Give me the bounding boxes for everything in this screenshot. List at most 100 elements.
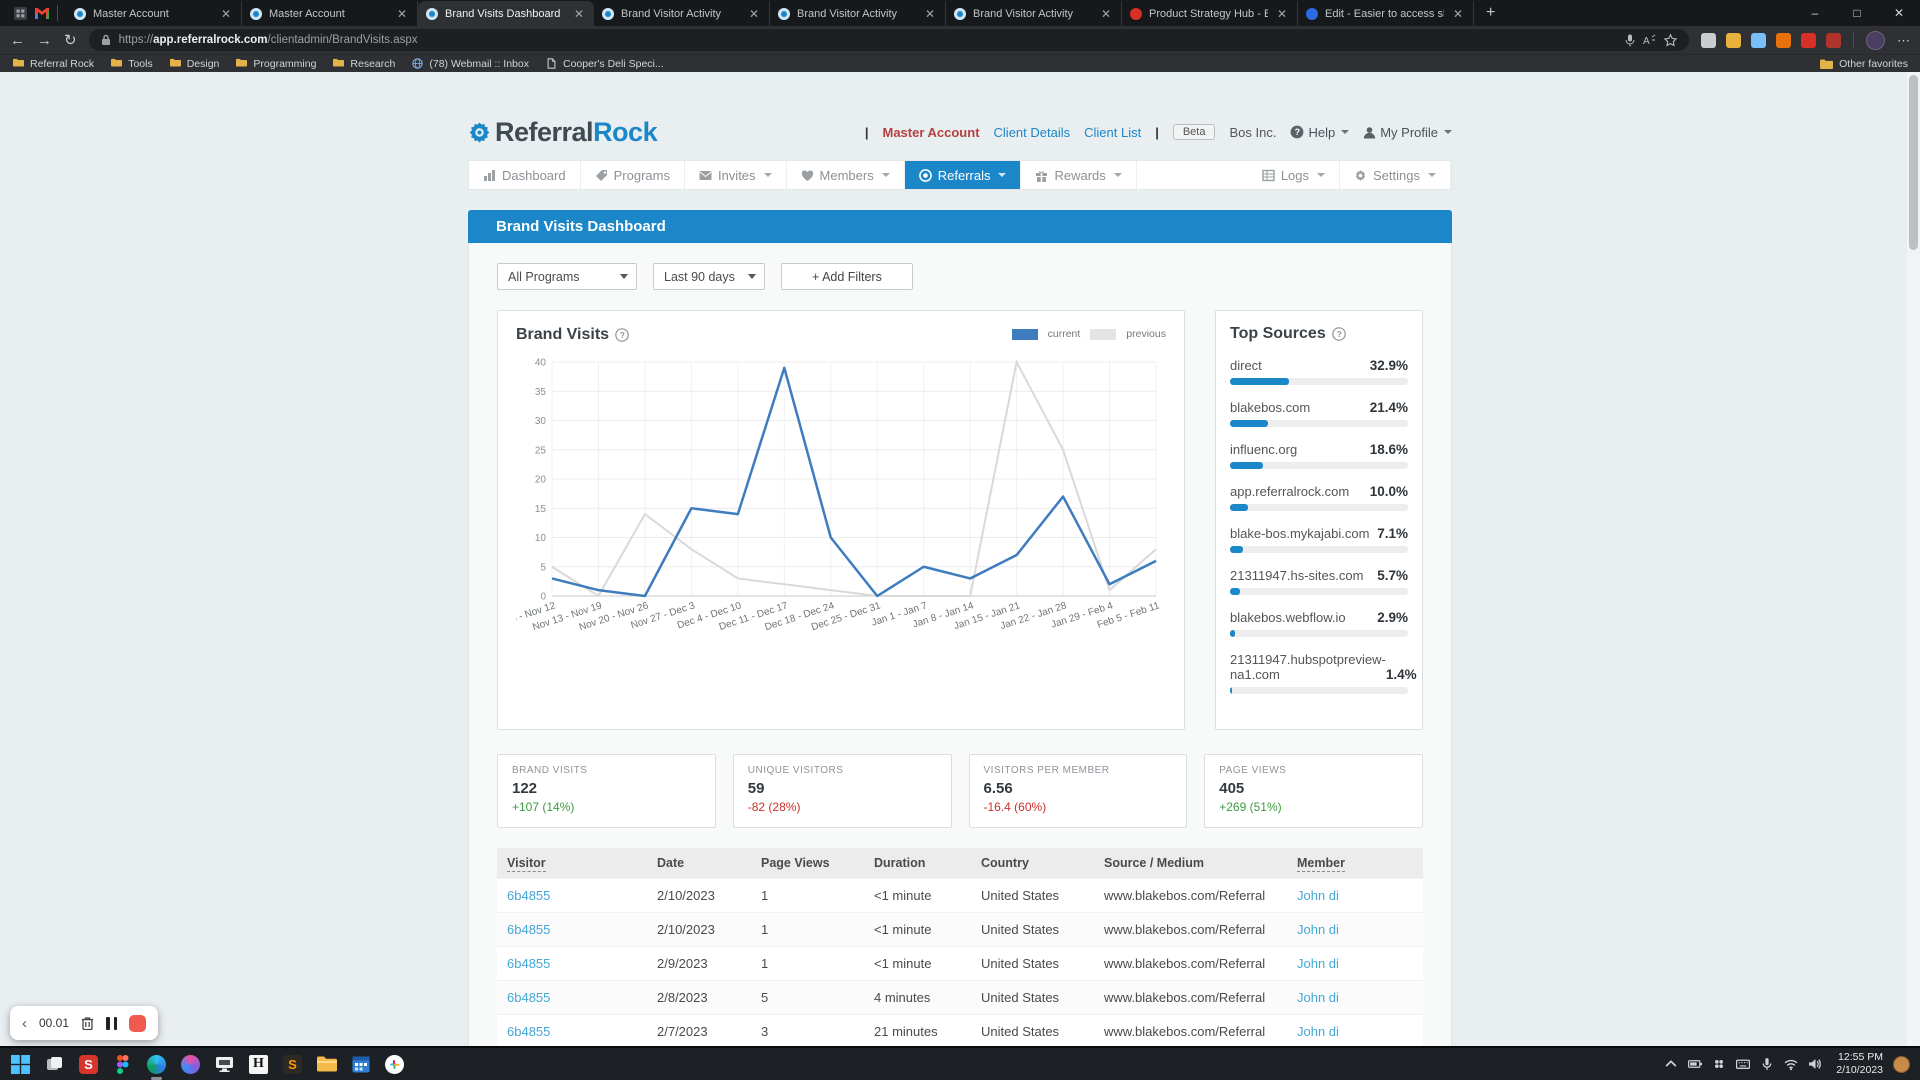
browser-tab[interactable]: Brand Visitor Activity ✕	[946, 1, 1122, 26]
taskbar-sublime-icon[interactable]: S	[282, 1054, 303, 1075]
source-label[interactable]: app.referralrock.com	[1230, 484, 1349, 499]
browser-tab[interactable]: Brand Visits Dashboard ✕	[418, 1, 594, 26]
member-link[interactable]: John di	[1297, 990, 1339, 1005]
nav-tab-members[interactable]: Members	[787, 161, 905, 189]
tab-close-icon[interactable]: ✕	[1275, 7, 1289, 21]
visitor-link[interactable]: 6b4855	[507, 1024, 550, 1039]
forward-button[interactable]: →	[37, 33, 52, 48]
nav-tab-invites[interactable]: Invites	[685, 161, 787, 189]
favorites-star-icon[interactable]	[1664, 34, 1677, 47]
my-profile-menu[interactable]: My Profile	[1363, 125, 1452, 140]
source-label[interactable]: influenc.org	[1230, 442, 1297, 457]
bookmark-item[interactable]: (78) Webmail :: Inbox	[411, 58, 529, 70]
new-tab-button[interactable]: +	[1474, 4, 1507, 22]
taskbar-task-view-icon[interactable]	[44, 1054, 65, 1075]
browser-menu-button[interactable]: ⋯	[1897, 34, 1910, 47]
nav-tab-settings[interactable]: Settings	[1340, 161, 1451, 189]
member-link[interactable]: John di	[1297, 1024, 1339, 1039]
trash-icon[interactable]	[81, 1016, 94, 1030]
address-bar[interactable]: https://app.referralrock.com/clientadmin…	[89, 29, 1689, 51]
browser-tab[interactable]: Edit - Easier to access share - M ✕	[1298, 1, 1474, 26]
taskbar-h-app-icon[interactable]: H	[248, 1054, 269, 1075]
help-menu[interactable]: ? Help	[1290, 125, 1349, 140]
source-label[interactable]: blake-bos.mykajabi.com	[1230, 526, 1369, 541]
client-details-link[interactable]: Client Details	[994, 125, 1071, 140]
source-label[interactable]: 21311947.hs-sites.com	[1230, 568, 1363, 583]
recorder-collapse-icon[interactable]: ‹	[22, 1015, 27, 1032]
window-minimize-button[interactable]: –	[1794, 0, 1836, 26]
browser-profile-avatar[interactable]	[1866, 31, 1885, 50]
column-header[interactable]: Member	[1287, 848, 1423, 879]
taskbar-calendar-icon[interactable]	[350, 1054, 371, 1075]
tab-close-icon[interactable]: ✕	[1099, 7, 1113, 21]
visitor-link[interactable]: 6b4855	[507, 956, 550, 971]
bookmark-item[interactable]: Cooper's Deli Speci...	[545, 58, 664, 70]
bookmark-item[interactable]: Research	[332, 58, 395, 70]
visitor-link[interactable]: 6b4855	[507, 922, 550, 937]
taskbar-slack-icon[interactable]	[384, 1054, 405, 1075]
tray-wifi-icon[interactable]	[1784, 1057, 1798, 1071]
tray-battery-icon[interactable]	[1688, 1057, 1702, 1071]
chart-help-icon[interactable]: ?	[615, 328, 629, 342]
nav-tab-dashboard[interactable]: Dashboard	[469, 161, 581, 189]
taskbar-sharex-icon[interactable]: S	[78, 1054, 99, 1075]
gmail-pinned-tab-icon[interactable]	[35, 8, 49, 19]
scrollbar-thumb[interactable]	[1909, 75, 1918, 250]
taskbar-monitor-app-icon[interactable]	[214, 1054, 235, 1075]
extension-icon[interactable]	[1726, 33, 1741, 48]
bookmark-item[interactable]: Referral Rock	[12, 58, 94, 70]
bookmark-item[interactable]: Tools	[110, 58, 153, 70]
member-link[interactable]: John di	[1297, 888, 1339, 903]
extension-icon[interactable]	[1801, 33, 1816, 48]
tab-search-icon[interactable]	[14, 7, 27, 20]
window-close-button[interactable]: ✕	[1878, 0, 1920, 26]
tray-volume-icon[interactable]	[1808, 1057, 1822, 1071]
pause-button[interactable]	[106, 1017, 117, 1030]
add-filters-button[interactable]: + Add Filters	[781, 263, 913, 290]
nav-tab-programs[interactable]: Programs	[581, 161, 685, 189]
bookmark-item[interactable]: Design	[169, 58, 220, 70]
source-label[interactable]: blakebos.com	[1230, 400, 1310, 415]
member-link[interactable]: John di	[1297, 956, 1339, 971]
tab-close-icon[interactable]: ✕	[395, 7, 409, 21]
visitor-link[interactable]: 6b4855	[507, 888, 550, 903]
tab-close-icon[interactable]: ✕	[1451, 7, 1465, 21]
referralrock-logo[interactable]: ReferralRock	[468, 117, 657, 148]
nav-tab-rewards[interactable]: Rewards	[1021, 161, 1136, 189]
taskbar-start-icon[interactable]	[10, 1054, 31, 1075]
tab-close-icon[interactable]: ✕	[572, 7, 586, 21]
source-label[interactable]: direct	[1230, 358, 1262, 373]
taskbar-clock[interactable]: 12:55 PM 2/10/2023	[1836, 1051, 1883, 1077]
other-favorites[interactable]: Other favorites	[1820, 58, 1908, 70]
notification-icon[interactable]	[1893, 1056, 1910, 1073]
extension-icon[interactable]	[1701, 33, 1716, 48]
browser-tab[interactable]: Master Account ✕	[242, 1, 418, 26]
taskbar-edge-icon[interactable]	[146, 1054, 167, 1075]
bookmark-item[interactable]: Programming	[235, 58, 316, 70]
nav-tab-referrals[interactable]: Referrals	[905, 161, 1022, 189]
read-aloud-icon[interactable]: A	[1643, 34, 1656, 46]
nav-tab-logs[interactable]: Logs	[1248, 161, 1340, 189]
refresh-button[interactable]: ↻	[64, 33, 77, 48]
tray-keyboard-icon[interactable]	[1736, 1057, 1750, 1071]
sources-help-icon[interactable]: ?	[1332, 327, 1346, 341]
column-header[interactable]: Visitor	[497, 848, 647, 879]
browser-tab[interactable]: Brand Visitor Activity ✕	[594, 1, 770, 26]
mic-icon[interactable]	[1625, 34, 1635, 47]
stop-recording-button[interactable]	[129, 1015, 146, 1032]
tray-mic-icon[interactable]	[1760, 1057, 1774, 1071]
back-button[interactable]: ←	[10, 33, 25, 48]
tray-slack-tray-icon[interactable]	[1712, 1057, 1726, 1071]
visitor-link[interactable]: 6b4855	[507, 990, 550, 1005]
tab-close-icon[interactable]: ✕	[219, 7, 233, 21]
daterange-filter-select[interactable]: Last 90 days	[653, 263, 765, 290]
taskbar-photos-icon[interactable]	[180, 1054, 201, 1075]
tab-close-icon[interactable]: ✕	[923, 7, 937, 21]
extension-icon[interactable]	[1776, 33, 1791, 48]
program-filter-select[interactable]: All Programs	[497, 263, 637, 290]
browser-tab[interactable]: Product Strategy Hub - Brand vi ✕	[1122, 1, 1298, 26]
extension-icon[interactable]	[1751, 33, 1766, 48]
source-label[interactable]: 21311947.hubspotpreview-na1.com	[1230, 652, 1386, 682]
taskbar-figma-icon[interactable]	[112, 1054, 133, 1075]
source-label[interactable]: blakebos.webflow.io	[1230, 610, 1346, 625]
